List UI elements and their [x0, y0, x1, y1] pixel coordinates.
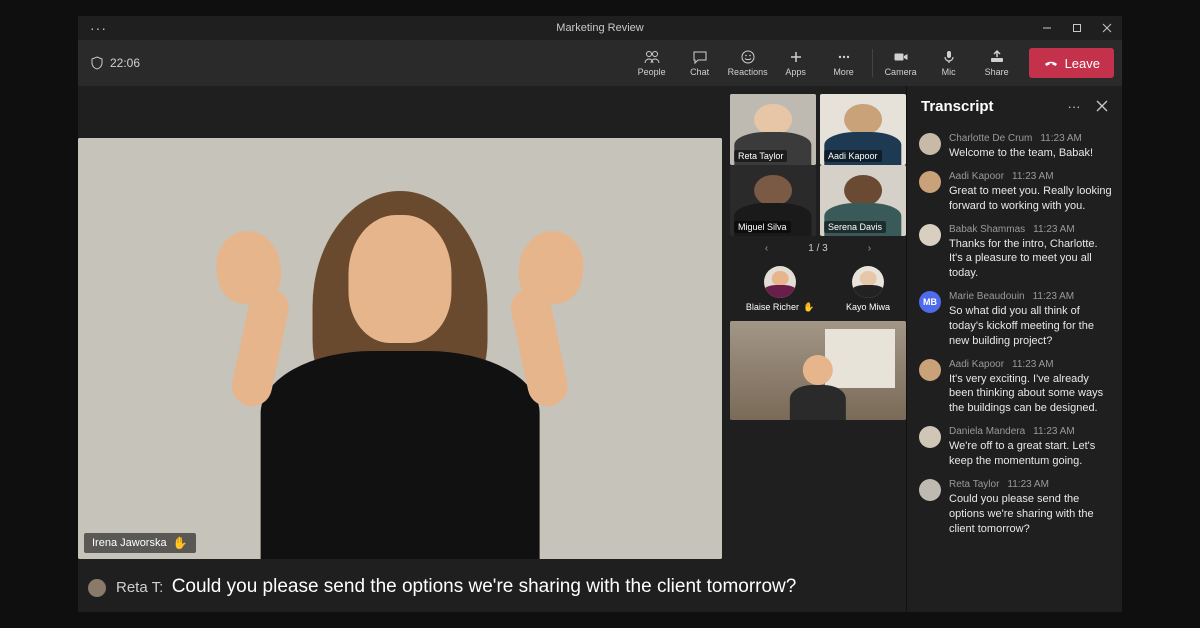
avatar: [919, 224, 941, 246]
hangup-icon: [1043, 55, 1059, 71]
transcript-entry: MB Marie Beaudouin 11:23 AM So what did y…: [919, 286, 1112, 354]
minimize-button[interactable]: [1032, 16, 1062, 40]
tile-name-label: Reta Taylor: [734, 150, 787, 162]
entry-text: Thanks for the intro, Charlotte. It's a …: [949, 237, 1112, 282]
avatar: [919, 479, 941, 501]
pager-prev-button[interactable]: ‹: [765, 243, 768, 254]
entry-text: So what did you all think of today's kic…: [949, 304, 1112, 349]
entry-author: Aadi Kapoor: [949, 359, 1004, 370]
overflow-participant[interactable]: Kayo Miwa: [846, 266, 890, 313]
app-menu-button[interactable]: ···: [90, 20, 107, 36]
call-timer: 22:06: [90, 56, 140, 70]
transcript-entry: Charlotte De Crum 11:23 AM Welcome to the…: [919, 128, 1112, 166]
avatar: [919, 359, 941, 381]
room-preview-tile[interactable]: [730, 321, 906, 420]
hand-raised-icon: ✋: [173, 536, 188, 550]
entry-author: Marie Beaudouin: [949, 291, 1025, 302]
camera-button[interactable]: Camera: [877, 40, 925, 86]
participant-tile[interactable]: Aadi Kapoor: [820, 94, 906, 165]
share-button[interactable]: Share: [973, 40, 1021, 86]
participant-gallery: Reta Taylor Aadi Kapoor Miguel Silva Ser…: [730, 94, 906, 567]
caption-avatar: [88, 579, 106, 597]
tile-name-label: Aadi Kapoor: [824, 150, 882, 162]
entry-time: 11:23 AM: [1007, 479, 1049, 490]
entry-author: Daniela Mandera: [949, 426, 1025, 437]
transcript-header: Transcript ···: [907, 86, 1122, 124]
participant-tile[interactable]: Serena Davis: [820, 165, 906, 236]
transcript-entry: Reta Taylor 11:23 AM Could you please sen…: [919, 474, 1112, 542]
people-button[interactable]: People: [628, 40, 676, 86]
mic-button[interactable]: Mic: [925, 40, 973, 86]
entry-time: 11:23 AM: [1040, 133, 1082, 144]
gallery-pager: ‹ 1 / 3 ›: [730, 240, 906, 260]
transcript-more-button[interactable]: ···: [1064, 96, 1084, 116]
transcript-panel: Transcript ··· Charlotte De Crum 11:23 AM…: [906, 86, 1122, 612]
transcript-close-button[interactable]: [1092, 96, 1112, 116]
overflow-participant[interactable]: Blaise Richer✋: [746, 266, 814, 313]
close-button[interactable]: [1092, 16, 1122, 40]
entry-author: Aadi Kapoor: [949, 171, 1004, 182]
titlebar: ··· Marketing Review: [78, 16, 1122, 40]
overflow-participants: Blaise Richer✋ Kayo Miwa: [730, 264, 906, 317]
video-stage: Irena Jaworska ✋ Reta Taylor Aadi Kapoor…: [78, 86, 906, 612]
primary-video-tile[interactable]: Irena Jaworska ✋: [78, 138, 722, 559]
entry-text: Great to meet you. Really looking forwar…: [949, 184, 1112, 214]
live-caption-bar: Reta T: Could you please send the option…: [78, 567, 906, 604]
transcript-entry: Babak Shammas 11:23 AM Thanks for the int…: [919, 219, 1112, 287]
entry-text: We're off to a great start. Let's keep t…: [949, 439, 1112, 469]
shield-icon: [90, 56, 104, 70]
avatar: MB: [919, 291, 941, 313]
primary-speaker-tag: Irena Jaworska ✋: [84, 533, 196, 553]
entry-time: 11:23 AM: [1033, 426, 1075, 437]
participant-tile[interactable]: Miguel Silva: [730, 165, 816, 236]
entry-time: 11:23 AM: [1012, 171, 1054, 182]
reactions-button[interactable]: Reactions: [724, 40, 772, 86]
entry-text: Welcome to the team, Babak!: [949, 146, 1112, 161]
entry-time: 11:23 AM: [1033, 291, 1075, 302]
entry-time: 11:23 AM: [1033, 224, 1075, 235]
tile-name-label: Serena Davis: [824, 221, 886, 233]
transcript-body[interactable]: Charlotte De Crum 11:23 AM Welcome to the…: [907, 124, 1122, 612]
more-button[interactable]: More: [820, 40, 868, 86]
entry-author: Babak Shammas: [949, 224, 1025, 235]
maximize-button[interactable]: [1062, 16, 1092, 40]
window-controls: [1032, 16, 1122, 40]
entry-text: It's very exciting. I've already been th…: [949, 372, 1112, 417]
transcript-entry: Aadi Kapoor 11:23 AM Great to meet you. R…: [919, 166, 1112, 219]
transcript-entry: Aadi Kapoor 11:23 AM It's very exciting. …: [919, 354, 1112, 422]
entry-text: Could you please send the options we're …: [949, 492, 1112, 537]
window-title: Marketing Review: [556, 22, 643, 34]
entry-time: 11:23 AM: [1012, 359, 1054, 370]
transcript-entry: Daniela Mandera 11:23 AM We're off to a g…: [919, 421, 1112, 474]
pager-position: 1 / 3: [808, 243, 827, 254]
entry-author: Reta Taylor: [949, 479, 999, 490]
apps-button[interactable]: Apps: [772, 40, 820, 86]
entry-author: Charlotte De Crum: [949, 133, 1032, 144]
caption-text: Could you please send the options we're …: [172, 576, 797, 597]
avatar: [919, 133, 941, 155]
app-window: ··· Marketing Review 22:06 People Chat R…: [78, 16, 1122, 612]
hand-raised-icon: ✋: [803, 302, 814, 313]
call-duration: 22:06: [110, 56, 140, 70]
meeting-toolbar: 22:06 People Chat Reactions Apps More Ca…: [78, 40, 1122, 86]
main-area: Irena Jaworska ✋ Reta Taylor Aadi Kapoor…: [78, 86, 1122, 612]
chat-button[interactable]: Chat: [676, 40, 724, 86]
tile-name-label: Miguel Silva: [734, 221, 791, 233]
pager-next-button[interactable]: ›: [868, 243, 871, 254]
caption-speaker: Reta T:: [116, 579, 163, 596]
leave-button[interactable]: Leave: [1029, 48, 1114, 78]
participant-tile[interactable]: Reta Taylor: [730, 94, 816, 165]
avatar: [919, 171, 941, 193]
transcript-title: Transcript: [921, 98, 1056, 115]
toolbar-divider: [872, 49, 873, 77]
avatar: [919, 426, 941, 448]
